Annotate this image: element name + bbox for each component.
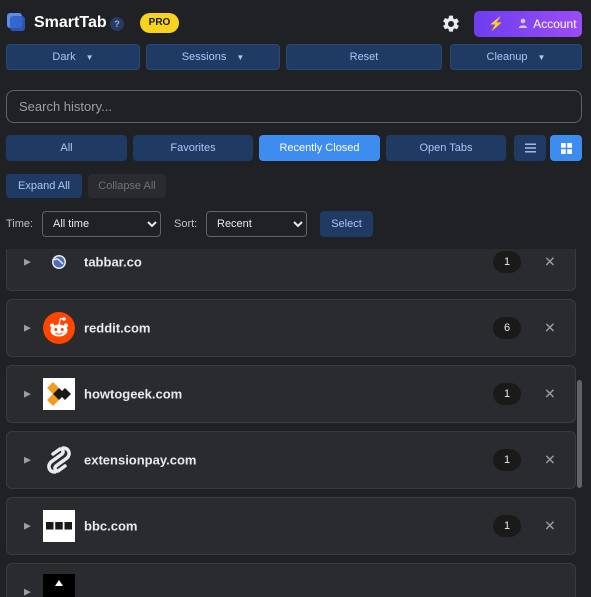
expand-arrow-icon[interactable]: ▶ — [24, 257, 31, 268]
theme-dropdown[interactable]: Dark ▼ — [6, 44, 140, 70]
person-icon — [518, 17, 528, 31]
count-badge: 6 — [493, 317, 521, 339]
count-badge: 1 — [493, 383, 521, 405]
count-badge: 1 — [493, 251, 521, 273]
tab-open-tabs[interactable]: Open Tabs — [386, 135, 506, 161]
list-view-icon[interactable] — [514, 135, 546, 161]
reddit-icon — [43, 312, 75, 344]
reset-button[interactable]: Reset — [286, 44, 442, 70]
tab-favorites[interactable]: Favorites — [133, 135, 253, 161]
list-item[interactable]: ▶ reddit.com 6 ✕ — [6, 299, 576, 357]
close-icon[interactable]: ✕ — [544, 518, 556, 535]
scrollbar[interactable] — [577, 380, 582, 488]
howtogeek-icon — [43, 378, 75, 410]
history-list: ▶ tabbar.co 1 ✕ ▶ reddit.com 6 ✕ ▶ howto… — [0, 249, 591, 597]
tab-recently-closed[interactable]: Recently Closed — [259, 135, 380, 161]
count-badge: 1 — [493, 449, 521, 471]
domain-label: reddit.com — [84, 320, 151, 336]
count-badge: 1 — [493, 515, 521, 537]
list-item[interactable]: ▶ tabbar.co 1 ✕ — [6, 249, 576, 291]
bolt-icon: ⚡ — [488, 16, 505, 31]
app-title: SmartTab — [34, 14, 107, 31]
app-logo-icon — [7, 13, 25, 31]
expand-arrow-icon[interactable]: ▶ — [24, 521, 31, 532]
sessions-label: Sessions — [181, 51, 227, 63]
bbc-icon — [43, 510, 75, 542]
gear-icon[interactable] — [441, 14, 461, 34]
list-item[interactable]: ▶ howtogeek.com 1 ✕ — [6, 365, 576, 423]
expand-arrow-icon[interactable]: ▶ — [24, 587, 31, 597]
reset-label: Reset — [349, 51, 379, 63]
list-item[interactable]: ▶ — [6, 563, 576, 597]
list-item[interactable]: ▶ bbc.com 1 ✕ — [6, 497, 576, 555]
sessions-dropdown[interactable]: Sessions ▼ — [146, 44, 280, 70]
expand-arrow-icon[interactable]: ▶ — [24, 455, 31, 466]
expand-arrow-icon[interactable]: ▶ — [24, 323, 31, 334]
time-select[interactable]: All time — [42, 211, 161, 237]
expand-arrow-icon[interactable]: ▶ — [24, 389, 31, 400]
sort-label: Sort: — [174, 218, 198, 230]
account-label: Account — [533, 17, 577, 31]
domain-label: extensionpay.com — [84, 452, 197, 468]
expand-all-button[interactable]: Expand All — [6, 174, 82, 198]
domain-label: tabbar.co — [84, 254, 142, 270]
domain-label: bbc.com — [84, 518, 138, 534]
chevron-down-icon: ▼ — [537, 52, 546, 62]
globe-icon — [43, 249, 75, 278]
chevron-down-icon: ▼ — [85, 52, 94, 62]
tab-all[interactable]: All — [6, 135, 127, 161]
theme-label: Dark — [52, 51, 76, 63]
sort-select[interactable]: Recent — [206, 211, 307, 237]
site-icon — [43, 574, 75, 597]
cleanup-label: Cleanup — [486, 51, 528, 63]
close-icon[interactable]: ✕ — [544, 452, 556, 469]
select-button[interactable]: Select — [320, 211, 373, 237]
list-item[interactable]: ▶ extensionpay.com 1 ✕ — [6, 431, 576, 489]
help-icon[interactable]: ? — [110, 17, 124, 31]
extensionpay-icon — [43, 444, 75, 476]
domain-label: howtogeek.com — [84, 386, 183, 402]
chevron-down-icon: ▼ — [236, 52, 245, 62]
close-icon[interactable]: ✕ — [544, 320, 556, 337]
pro-badge: PRO — [140, 13, 179, 33]
collapse-all-button[interactable]: Collapse All — [88, 174, 166, 198]
header: SmartTab ? PRO ⚡ Account — [0, 0, 591, 44]
cleanup-dropdown[interactable]: Cleanup ▼ — [450, 44, 582, 70]
close-icon[interactable]: ✕ — [544, 254, 556, 271]
close-icon[interactable]: ✕ — [544, 386, 556, 403]
grid-view-icon[interactable] — [550, 135, 582, 161]
search-input[interactable] — [6, 90, 582, 123]
account-button[interactable]: ⚡ Account — [474, 11, 582, 37]
time-label: Time: — [6, 218, 34, 230]
